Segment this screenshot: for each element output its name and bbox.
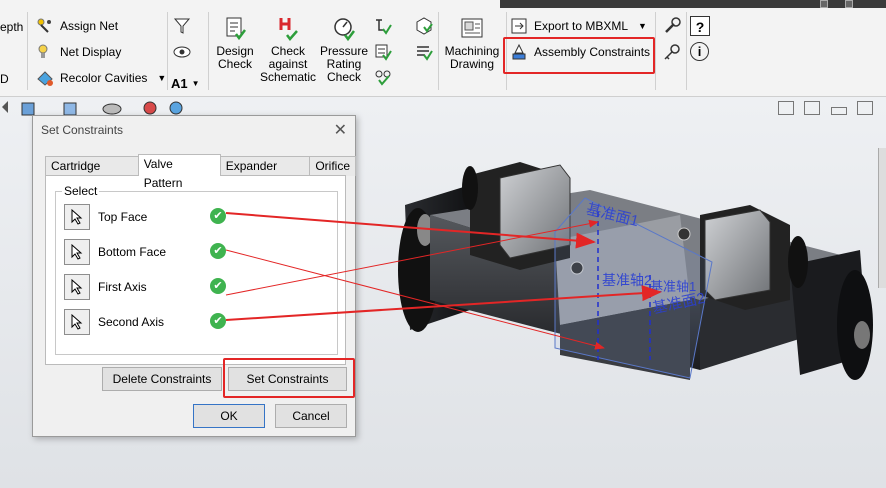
select-bottom-face-button[interactable] (64, 239, 90, 265)
cancel-button[interactable]: Cancel (275, 404, 347, 428)
bottom-face-label: Bottom Face (98, 245, 167, 259)
cursor-icon (71, 209, 83, 225)
top-face-check-icon: ✔ (210, 208, 226, 224)
dialog-tabs: Cartridge Valve Valve Pattern Expander P… (45, 154, 356, 192)
delete-constraints-button[interactable]: Delete Constraints (102, 367, 222, 391)
select-group-label: Select (62, 184, 100, 198)
tab-orifice[interactable]: Orifice (309, 156, 356, 176)
second-axis-check-icon: ✔ (210, 313, 226, 329)
select-top-face-button[interactable] (64, 204, 90, 230)
datum-axis2-label: 基准轴2 (602, 272, 652, 288)
select-group: Select Top Face ✔ Bottom Face ✔ First Ax… (55, 184, 338, 355)
close-icon[interactable]: ✕ (334, 120, 347, 140)
cursor-icon (71, 279, 83, 295)
dialog-title: Set Constraints (41, 123, 124, 137)
second-axis-label: Second Axis (98, 315, 165, 329)
row-top-face: Top Face ✔ (64, 204, 226, 230)
select-first-axis-button[interactable] (64, 274, 90, 300)
select-second-axis-button[interactable] (64, 309, 90, 335)
row-second-axis: Second Axis ✔ (64, 309, 226, 335)
tab-expander-plug[interactable]: Expander Plug (219, 156, 311, 192)
first-axis-label: First Axis (98, 280, 147, 294)
row-bottom-face: Bottom Face ✔ (64, 239, 226, 265)
set-constraints-highlight (223, 358, 355, 398)
cursor-icon (71, 314, 83, 330)
first-axis-check-icon: ✔ (210, 278, 226, 294)
top-face-label: Top Face (98, 210, 148, 224)
cursor-icon (71, 244, 83, 260)
bottom-face-check-icon: ✔ (210, 243, 226, 259)
tab-valve-pattern[interactable]: Valve Pattern (137, 154, 221, 190)
tab-cartridge-valve[interactable]: Cartridge Valve (45, 156, 139, 192)
row-first-axis: First Axis ✔ (64, 274, 226, 300)
tab-panel: Select Top Face ✔ Bottom Face ✔ First Ax… (45, 175, 346, 365)
ok-button[interactable]: OK (193, 404, 265, 428)
